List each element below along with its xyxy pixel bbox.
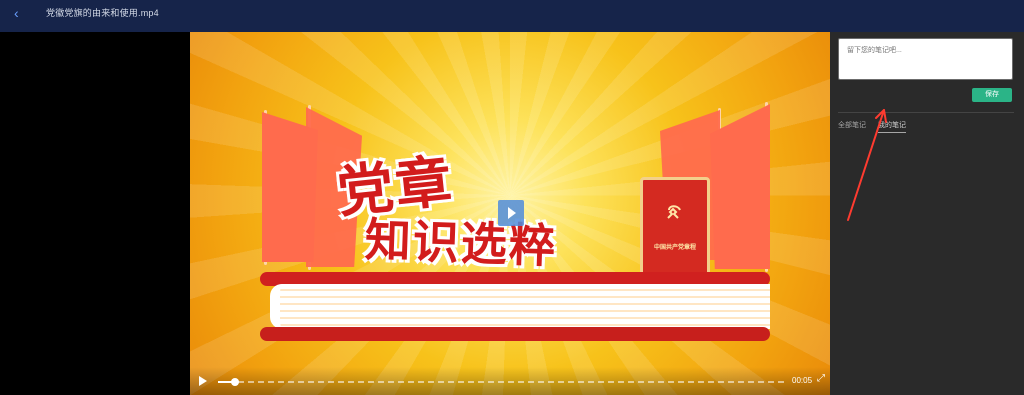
book-label: 中国共产党章程 [653, 245, 696, 251]
center-play-button[interactable] [498, 200, 524, 226]
progress-knob[interactable] [230, 378, 239, 386]
back-chevron-icon[interactable]: ‹ [14, 5, 30, 21]
current-time: 00:05 [792, 376, 813, 385]
save-button[interactable]: 保存 [972, 88, 1012, 102]
left-black-area [0, 32, 190, 395]
party-emblem-icon [662, 202, 686, 226]
video-player[interactable]: 党章 知识选粹 中国共产党章程 00:05 ⤢ ☰ 章节 ✎ 笔记 [190, 32, 830, 395]
video-controls: 00:05 ⤢ [190, 367, 830, 395]
top-bar: ‹ 党徽党旗的由来和使用.mp4 [0, 0, 1024, 32]
play-icon[interactable] [199, 376, 209, 386]
note-input-box[interactable] [838, 38, 1013, 80]
open-book-illustration [260, 272, 770, 342]
art-title-line2: 知识选粹 [364, 213, 558, 273]
progress-bar[interactable] [218, 378, 784, 386]
book-cover-bottom [260, 327, 770, 341]
annotation-arrow [847, 109, 887, 221]
note-textarea[interactable] [845, 43, 1010, 79]
video-title: 党徽党旗的由来和使用.mp4 [46, 8, 159, 18]
red-book-illustration: 中国共产党章程 [640, 177, 710, 278]
fullscreen-icon[interactable]: ⤢ [817, 374, 827, 384]
book-pages [270, 284, 770, 329]
